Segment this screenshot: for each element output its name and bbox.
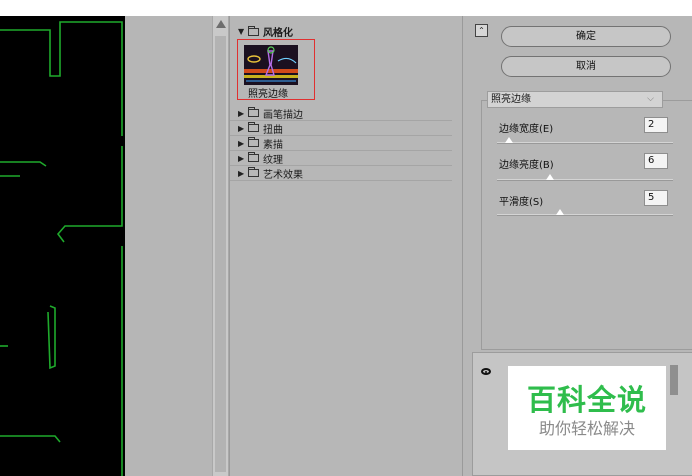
slider-smoothness[interactable] [497,209,673,216]
cancel-button[interactable]: 取消 [501,56,671,77]
watermark-subtitle: 助你轻松解决 [538,419,635,438]
slider-thumb[interactable] [505,137,514,143]
eye-icon[interactable] [481,368,491,375]
param-input-edge-brightness[interactable]: 6 [644,153,668,169]
canvas-preview [0,16,125,476]
filter-thumbnail-image [244,45,298,85]
folder-icon [248,152,259,162]
expand-down-icon[interactable]: ▼ [238,27,248,36]
expand-right-icon[interactable]: ▶ [238,109,248,118]
dropdown-caret-icon: ⌵ [647,94,654,104]
glowing-edges-preview [244,45,298,85]
watermark: 百科全说 助你轻松解决 [508,366,666,450]
folder-icon [248,137,259,147]
folder-stylize[interactable]: ▼ 风格化 [230,25,293,39]
param-label-edge-width: 边缘宽度(E) [499,124,554,135]
folder-label: 素描 [263,139,283,151]
filter-gallery: ▼ 风格化 照亮边缘 ▶ 画笔描边 ▶ 扭曲 ▶ 素描 ▶ 纹理 ▶ 艺术效果 [229,16,462,476]
folder-icon [248,107,259,117]
filter-dropdown-value: 照亮边缘 [491,94,531,105]
expand-right-icon[interactable]: ▶ [238,154,248,163]
slider-thumb[interactable] [556,209,565,215]
canvas-background [125,16,212,476]
folder-label: 画笔描边 [263,109,303,121]
scroll-track[interactable] [215,36,226,472]
filter-dropdown[interactable]: 照亮边缘 ⌵ [487,91,663,108]
filter-thumbnail-glowing-edges[interactable]: 照亮边缘 [237,39,315,100]
folder-label: 纹理 [263,154,283,166]
folder-label: 风格化 [263,28,293,39]
param-label-edge-brightness: 边缘亮度(B) [499,160,554,171]
param-input-smoothness[interactable]: 5 [644,190,668,206]
ok-button[interactable]: 确定 [501,26,671,47]
folder-icon [248,167,259,177]
slider-edge-brightness[interactable] [497,174,673,181]
collapse-icon[interactable]: ⌃ [475,24,488,37]
param-label-smoothness: 平滑度(S) [499,197,544,208]
slider-thumb[interactable] [545,174,554,180]
filter-thumbnail-label: 照亮边缘 [248,89,288,100]
folder-sketch[interactable]: ▶ 素描 [230,136,452,151]
watermark-title: 百科全说 [526,383,647,417]
folder-brush-strokes[interactable]: ▶ 画笔描边 [230,106,452,121]
folder-list: ▶ 画笔描边 ▶ 扭曲 ▶ 素描 ▶ 纹理 ▶ 艺术效果 [230,106,452,181]
folder-distort[interactable]: ▶ 扭曲 [230,121,452,136]
param-input-edge-width[interactable]: 2 [644,117,668,133]
expand-right-icon[interactable]: ▶ [238,139,248,148]
layers-scrollbar[interactable] [670,365,678,395]
folder-icon [248,25,259,36]
expand-right-icon[interactable]: ▶ [238,169,248,178]
canvas-scrollbar[interactable] [212,16,229,476]
folder-label: 艺术效果 [263,169,303,181]
edge-artwork [0,21,123,476]
folder-icon [248,122,259,132]
folder-artistic[interactable]: ▶ 艺术效果 [230,166,452,181]
slider-edge-width[interactable] [497,137,673,144]
expand-right-icon[interactable]: ▶ [238,124,248,133]
scroll-up-icon[interactable] [213,16,228,32]
folder-label: 扭曲 [263,124,283,136]
folder-texture[interactable]: ▶ 纹理 [230,151,452,166]
